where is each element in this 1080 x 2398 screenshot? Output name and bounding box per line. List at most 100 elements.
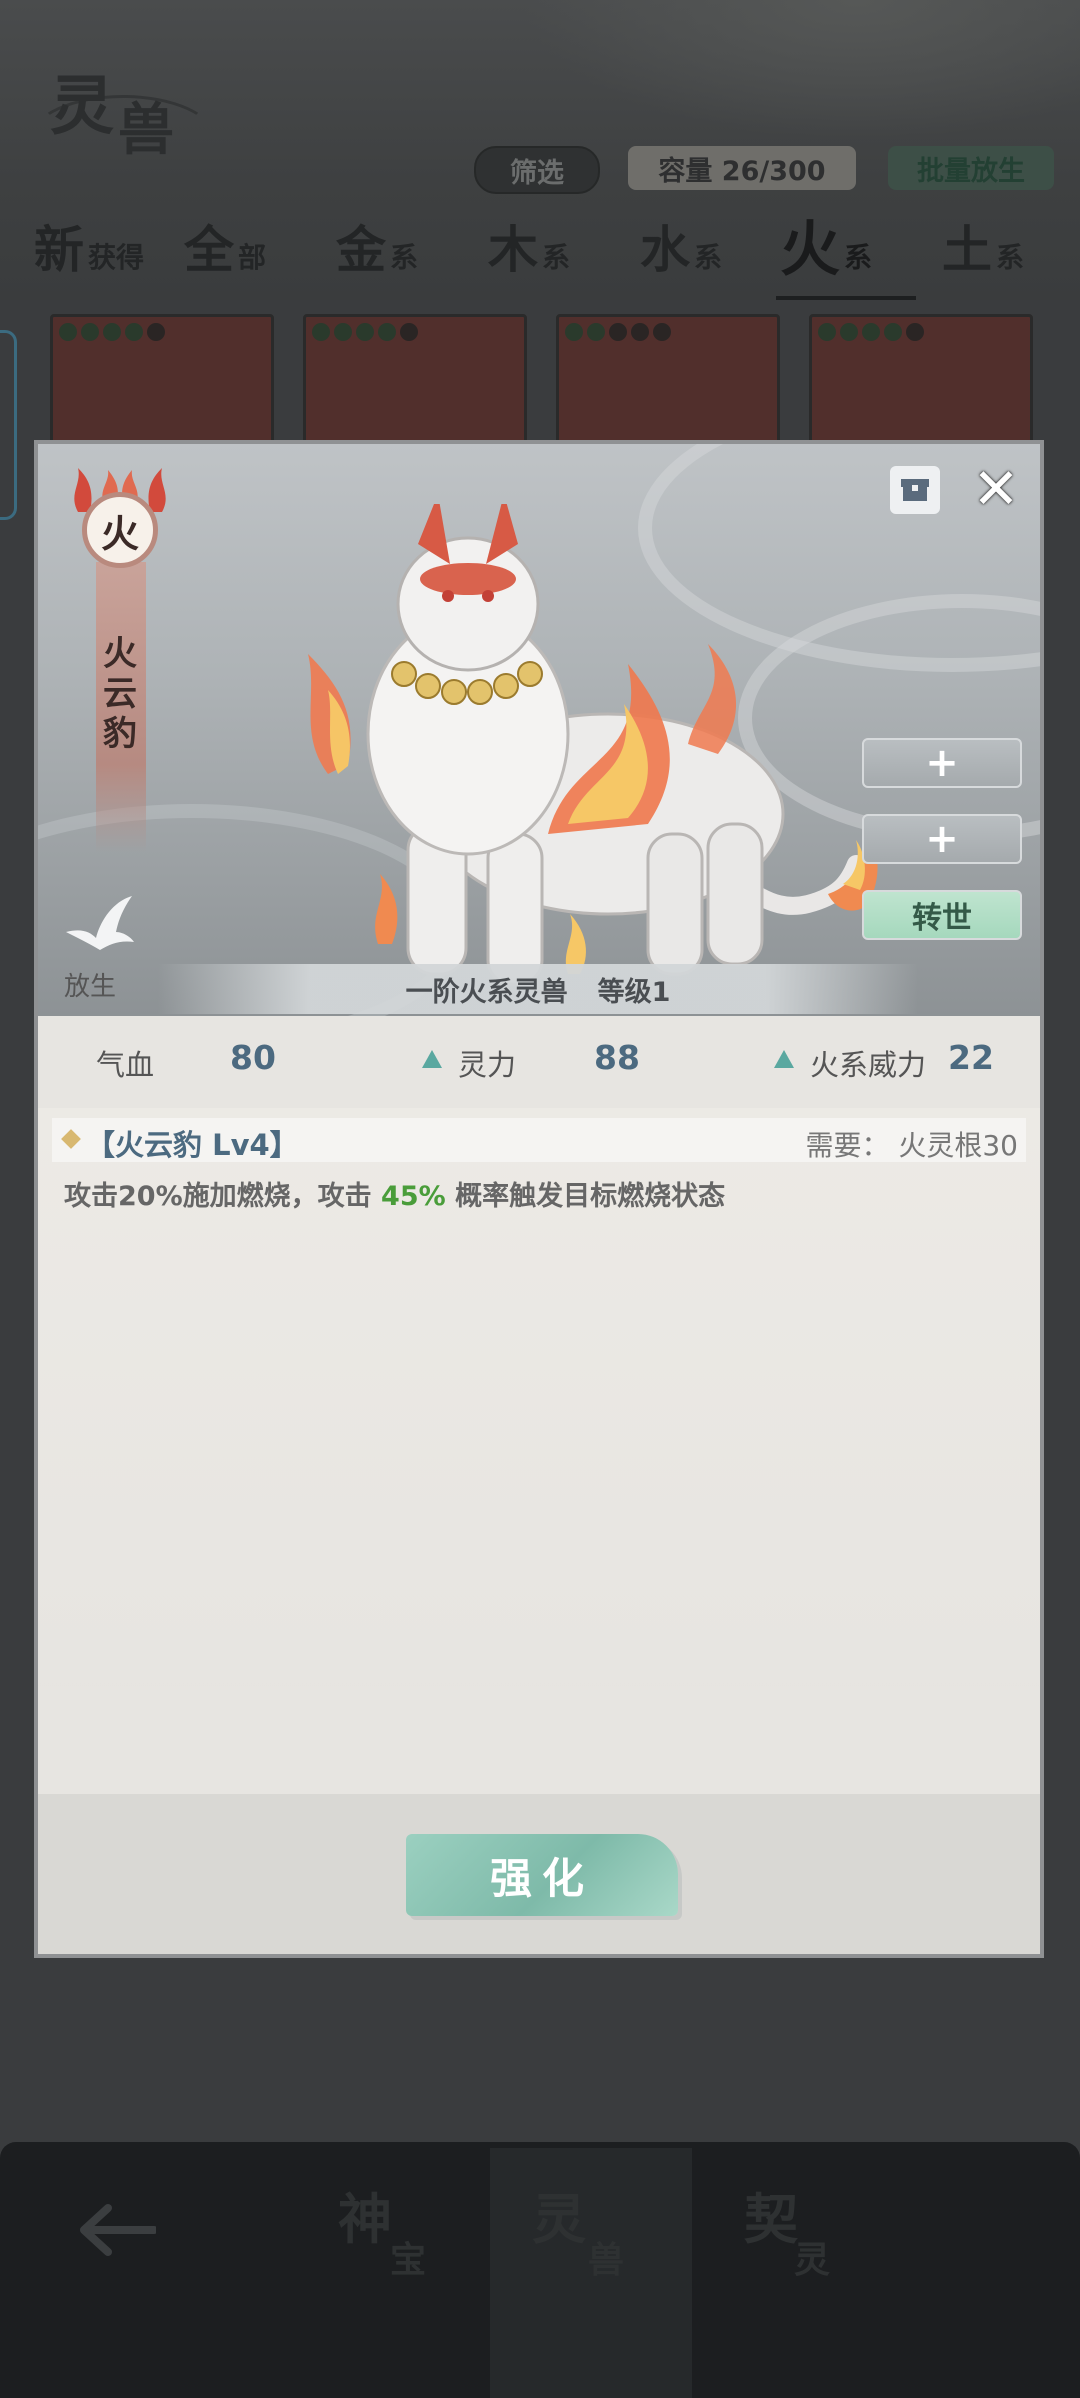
skill-desc-highlight: 45% [381,1181,446,1212]
skill-header: 【火云豹 Lv4】 需要： 火灵根30 [52,1118,1026,1162]
add-slot-button-2[interactable]: + [862,814,1022,864]
nav-contract-b: 灵 [794,2239,831,2281]
element-dot [125,323,143,341]
beast-card[interactable] [50,314,274,450]
tab-all-small: 部 [238,241,267,274]
batch-release-button[interactable]: 批量放生 [888,146,1054,190]
element-dot [103,323,121,341]
nav-beast-a: 灵 [532,2187,586,2251]
bird-icon[interactable] [60,892,140,962]
tab-metal-small: 系 [390,241,419,274]
element-dot [587,323,605,341]
page-logo: 灵 兽 [30,55,216,175]
background-mountain [520,0,1080,140]
diamond-icon [61,1129,81,1149]
active-tab-underline [776,296,916,300]
spirit-value: 88 [594,1038,640,1077]
element-dot [840,323,858,341]
back-arrow-icon[interactable] [76,2200,156,2260]
fire-power-value: 22 [948,1038,994,1077]
nav-treasure[interactable]: 神 宝 [338,2175,448,2305]
nav-contract-a: 契 [744,2187,798,2251]
level-text: 等级1 [597,976,671,1008]
element-dot [862,323,880,341]
nav-treasure-a: 神 [338,2187,392,2251]
beast-name: 火云豹 [103,634,137,754]
tab-new-big: 新 [34,220,84,279]
element-dot [565,323,583,341]
beast-detail-modal: 火 火云豹 放生 ✕ + + 转世 一阶火系灵兽 等级1 气血 80 灵力 88… [34,440,1044,1958]
nav-beast[interactable]: 灵 兽 [532,2175,642,2305]
element-dot [818,323,836,341]
box-glyph-icon [901,479,929,501]
card-element-dots [59,323,165,341]
element-tabs: 新 获得 全 部 金 系 木 系 水 系 火 系 土 系 [0,215,1080,302]
rebirth-button[interactable]: 转世 [862,890,1022,940]
tab-wood[interactable]: 木 系 [488,222,570,278]
hp-label: 气血 [96,1048,155,1082]
tab-metal-big: 金 [336,220,386,279]
tab-water-big: 水 [640,220,690,279]
nav-treasure-b: 宝 [390,2239,427,2281]
tab-fire-big: 火 [780,215,840,285]
tab-fire[interactable]: 火 系 [780,215,873,285]
beast-portrait-panel: 火 火云豹 放生 ✕ + + 转世 一阶火系灵兽 等级1 [38,444,1040,1016]
enhance-button[interactable]: 强化 [406,1834,678,1916]
tab-earth-big: 土 [942,220,992,279]
element-dot [378,323,396,341]
element-dot [59,323,77,341]
skill-desc-part1: 攻击20%施加燃烧，攻击 [64,1181,382,1212]
logo-char-1: 灵 [50,69,114,144]
beast-card[interactable] [303,314,527,450]
rank-text: 一阶火系灵兽 [405,976,568,1008]
element-dot [653,323,671,341]
capacity-label: 容量 26/300 [628,146,856,190]
add-slot-button-1[interactable]: + [862,738,1022,788]
skill-desc-part2: 概率触发目标燃烧状态 [445,1181,726,1212]
fire-power-up-icon [774,1050,794,1068]
release-label[interactable]: 放生 [64,966,116,1003]
tab-all-big: 全 [184,220,234,279]
spirit-label: 灵力 [458,1048,517,1082]
fire-leopard-illustration [308,504,878,986]
element-dot [356,323,374,341]
tab-all[interactable]: 全 部 [184,222,266,278]
card-element-dots [565,323,671,341]
tab-earth-small: 系 [996,241,1025,274]
tab-earth[interactable]: 土 系 [942,222,1024,278]
card-element-dots [312,323,418,341]
close-button[interactable]: ✕ [970,462,1022,518]
card-element-dots [818,323,924,341]
tab-metal[interactable]: 金 系 [336,222,418,278]
logo-char-2: 兽 [118,97,174,163]
element-dot [400,323,418,341]
tab-new[interactable]: 新 获得 [34,222,144,278]
tab-wood-small: 系 [542,241,571,274]
side-panel-edge[interactable] [0,330,17,520]
element-dot [906,323,924,341]
inventory-box-icon[interactable] [890,466,940,514]
spirit-up-icon [422,1050,442,1068]
filter-button[interactable]: 筛选 [474,146,600,194]
element-dot [609,323,627,341]
tab-fire-small: 系 [844,241,873,274]
element-dot [334,323,352,341]
beast-card[interactable] [809,314,1033,450]
skill-requirement: 需要： 火灵根30 [805,1129,1018,1162]
element-dot [81,323,99,341]
element-dot [884,323,902,341]
hp-value: 80 [230,1038,276,1077]
fire-power-label: 火系威力 [810,1048,927,1082]
element-dot [312,323,330,341]
tab-water-small: 系 [694,241,723,274]
beast-card[interactable] [556,314,780,450]
skill-name: 【火云豹 Lv4】 [86,1128,299,1162]
skill-description: 攻击20%施加燃烧，攻击 45% 概率触发目标燃烧状态 [64,1174,725,1213]
element-badge: 火 [82,492,158,568]
tab-water[interactable]: 水 系 [640,222,722,278]
element-dot [147,323,165,341]
nav-contract[interactable]: 契 灵 [744,2175,854,2305]
nav-beast-b: 兽 [588,2239,625,2281]
tab-wood-big: 木 [488,220,538,279]
element-dot [631,323,649,341]
